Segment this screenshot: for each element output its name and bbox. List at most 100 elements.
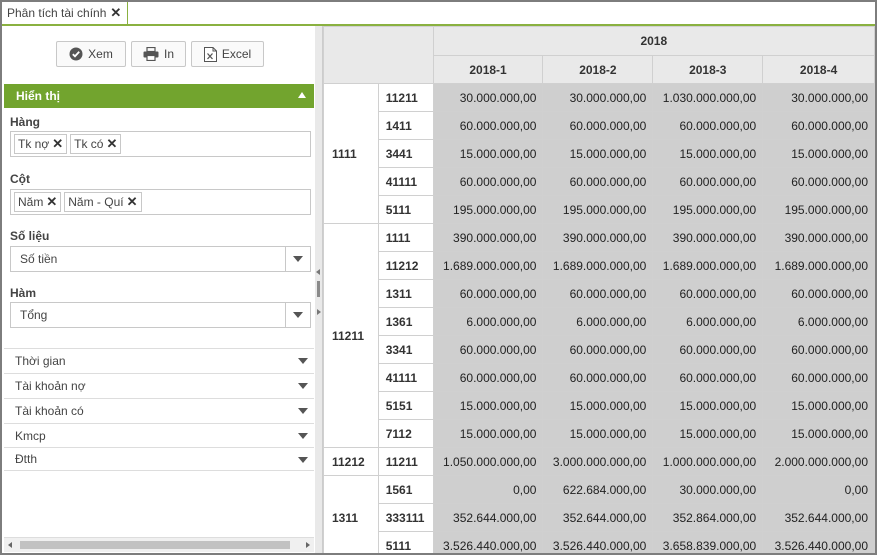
table-row: 41111 60.000.000,00 60.000.000,00 60.000.00…	[324, 167, 875, 196]
tab-financial-analysis[interactable]: Phân tích tài chính ✕	[2, 2, 128, 24]
print-button-label: In	[163, 47, 174, 61]
row-header-account[interactable]: 1111	[323, 83, 379, 224]
row-header-subaccount[interactable]: 5151	[377, 391, 434, 420]
filter-kmcp[interactable]: Kmcp	[4, 423, 314, 447]
value-cell: 15.000.000,00	[432, 139, 544, 168]
row-header-subaccount[interactable]: 5111	[377, 195, 434, 224]
splitter-handle[interactable]	[317, 281, 320, 297]
filter-label: Đtth	[15, 452, 38, 466]
chevron-down-icon	[298, 383, 308, 389]
value-cell: 1.689.000.000,00	[542, 251, 654, 280]
filter-time[interactable]: Thời gian	[4, 348, 314, 372]
corner-cell	[323, 26, 434, 84]
chip-label: Năm	[18, 195, 44, 209]
scroll-right-icon[interactable]	[306, 542, 310, 548]
table-row: 5111 3.526.440.000,00 3.526.440.000,00 3.65…	[324, 531, 875, 553]
dropdown-button[interactable]	[285, 303, 310, 327]
rows-label: Hàng	[10, 115, 40, 129]
row-header-subaccount[interactable]: 1561	[377, 475, 434, 504]
row-header-subaccount[interactable]: 3341	[377, 335, 434, 364]
value-cell: 60.000.000,00	[652, 279, 764, 308]
row-header-subaccount[interactable]: 7112	[377, 419, 434, 448]
scroll-left-icon[interactable]	[8, 542, 12, 548]
row-header-subaccount[interactable]: 41111	[377, 363, 434, 392]
column-header[interactable]: 2018-4	[762, 55, 875, 84]
settings-panel: Xem In Excel Hiển thị Hàng Tk nợ ✕ Tk có	[2, 26, 316, 553]
excel-button-label: Excel	[221, 47, 252, 61]
filter-dtth[interactable]: Đtth	[4, 447, 314, 471]
value-cell: 390.000.000,00	[762, 223, 875, 252]
table-row: 1311 60.000.000,00 60.000.000,00 60.000.000…	[324, 279, 875, 308]
row-header-subaccount[interactable]: 1361	[377, 307, 434, 336]
table-row: 11212 1.689.000.000,00 1.689.000.000,00 1.6…	[324, 251, 875, 280]
value-cell: 0,00	[432, 475, 544, 504]
values-select[interactable]: Số tiền	[10, 246, 311, 272]
value-cell: 195.000.000,00	[762, 195, 875, 224]
function-select[interactable]: Tổng	[10, 302, 311, 328]
filter-label: Kmcp	[15, 428, 46, 443]
value-cell: 352.644.000,00	[432, 503, 544, 532]
remove-chip-icon[interactable]: ✕	[46, 194, 57, 210]
horizontal-scrollbar[interactable]	[4, 537, 314, 552]
scrollbar-thumb[interactable]	[20, 541, 290, 549]
row-header-subaccount[interactable]: 333111	[377, 503, 434, 532]
value-cell: 60.000.000,00	[432, 279, 544, 308]
row-header-subaccount[interactable]: 5111	[377, 531, 434, 553]
table-row: 5111 195.000.000,00 195.000.000,00 195.000.…	[324, 195, 875, 224]
filter-credit-account[interactable]: Tài khoản có	[4, 398, 314, 422]
row-header-account[interactable]: 11211	[323, 223, 379, 448]
columns-label: Cột	[10, 172, 30, 186]
chevron-down-icon	[293, 312, 303, 318]
chevron-down-icon	[298, 457, 308, 463]
value-cell: 6.000.000,00	[432, 307, 544, 336]
table-row: 333111 352.644.000,00 352.644.000,00 352.86…	[324, 503, 875, 532]
dropdown-button[interactable]	[285, 247, 310, 271]
column-header[interactable]: 2018-1	[432, 55, 544, 84]
row-header-account[interactable]: 11212	[323, 447, 379, 476]
panel-splitter[interactable]	[315, 26, 323, 553]
value-cell: 60.000.000,00	[762, 363, 875, 392]
value-cell: 15.000.000,00	[652, 139, 764, 168]
app-window: Phân tích tài chính ✕ Xem In Excel Hiển …	[2, 2, 875, 553]
table-row: 1311 1561 0,00 622.684.000,00 30.000.000,00 0…	[323, 475, 875, 553]
chevron-down-icon	[298, 358, 308, 364]
value-cell: 60.000.000,00	[542, 111, 654, 140]
collapse-left-icon[interactable]	[316, 269, 320, 275]
value-cell: 15.000.000,00	[542, 391, 654, 420]
chip-year-quarter: Năm - Quí ✕	[64, 192, 142, 212]
value-cell: 15.000.000,00	[432, 419, 544, 448]
row-header-subaccount[interactable]: 1111	[377, 223, 434, 252]
check-circle-icon	[69, 47, 83, 61]
row-header-account[interactable]: 1311	[323, 475, 379, 553]
row-header-subaccount[interactable]: 41111	[377, 167, 434, 196]
chevron-down-icon	[298, 433, 308, 439]
row-header-subaccount[interactable]: 11211	[377, 447, 434, 476]
remove-chip-icon[interactable]: ✕	[106, 136, 117, 152]
remove-chip-icon[interactable]: ✕	[127, 194, 138, 210]
tab-label: Phân tích tài chính	[7, 6, 107, 20]
columns-chip-field[interactable]: Năm ✕ Năm - Quí ✕	[10, 189, 311, 215]
display-section-header[interactable]: Hiển thị	[4, 84, 314, 108]
remove-chip-icon[interactable]: ✕	[52, 136, 63, 152]
value-cell: 60.000.000,00	[432, 167, 544, 196]
value-cell: 60.000.000,00	[652, 111, 764, 140]
print-button[interactable]: In	[131, 41, 186, 67]
row-header-subaccount[interactable]: 1311	[377, 279, 434, 308]
chevron-down-icon	[298, 408, 308, 414]
table-row: 11212 11211 1.050.000.000,00 3.000.000.000,…	[323, 447, 875, 476]
close-icon[interactable]: ✕	[110, 5, 121, 21]
row-header-subaccount[interactable]: 11212	[377, 251, 434, 280]
row-header-subaccount[interactable]: 3441	[377, 139, 434, 168]
filter-debit-account[interactable]: Tài khoản nợ	[4, 373, 314, 397]
column-header[interactable]: 2018-3	[652, 55, 764, 84]
column-header[interactable]: 2018-2	[542, 55, 654, 84]
expand-right-icon[interactable]	[317, 309, 321, 315]
rows-chip-field[interactable]: Tk nợ ✕ Tk có ✕	[10, 131, 311, 157]
value-cell: 60.000.000,00	[432, 335, 544, 364]
display-section-title: Hiển thị	[16, 89, 60, 103]
view-button[interactable]: Xem	[56, 41, 126, 67]
row-header-subaccount[interactable]: 11211	[377, 83, 434, 112]
chip-credit-account: Tk có ✕	[70, 134, 122, 154]
excel-button[interactable]: Excel	[191, 41, 264, 67]
row-header-subaccount[interactable]: 1411	[377, 111, 434, 140]
